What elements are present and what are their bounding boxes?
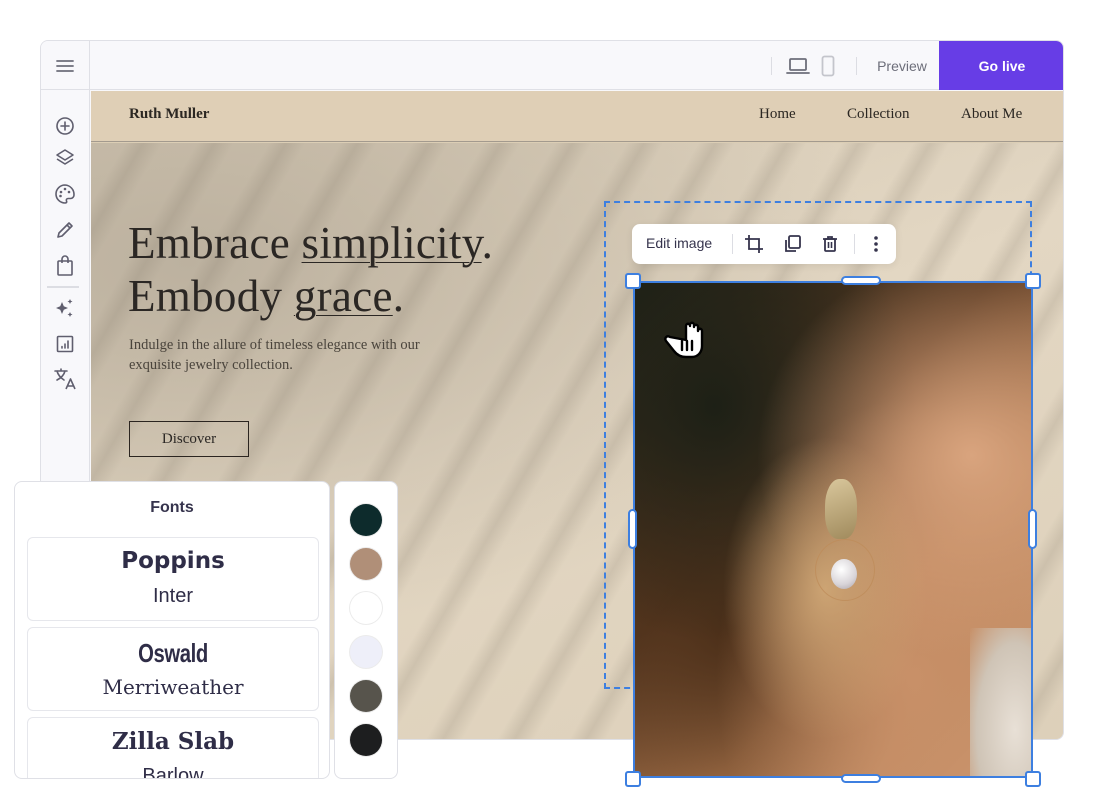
font-pair-option[interactable]: Zilla Slab Barlow [27, 717, 319, 779]
font-pair-primary: Oswald [138, 638, 208, 668]
divider [854, 234, 855, 254]
resize-handle-top[interactable] [841, 276, 881, 285]
resize-handle-bottom-right[interactable] [1025, 771, 1041, 787]
resize-handle-top-right[interactable] [1025, 273, 1041, 289]
colors-panel [334, 481, 398, 779]
crop-icon [745, 235, 763, 253]
sidebar-item-translate[interactable] [53, 367, 77, 391]
chart-icon [56, 335, 74, 353]
resize-handle-bottom-left[interactable] [625, 771, 641, 787]
sidebar-item-analytics[interactable] [53, 332, 77, 356]
edit-image-button[interactable]: Edit image [646, 235, 712, 251]
duplicate-button[interactable] [780, 232, 804, 256]
resize-handle-top-left[interactable] [625, 273, 641, 289]
divider [856, 57, 857, 75]
image-toolbar: Edit image [632, 224, 896, 264]
divider [771, 57, 772, 75]
sidebar-item-styles[interactable] [53, 182, 77, 206]
translate-icon [54, 368, 76, 390]
resize-handle-bottom[interactable] [841, 774, 881, 783]
color-swatch[interactable] [350, 548, 382, 580]
hamburger-menu-icon [56, 59, 74, 72]
sidebar-item-store[interactable] [53, 254, 77, 278]
sparkles-icon [56, 299, 73, 317]
sidebar-item-edit[interactable] [53, 218, 77, 242]
font-pair-secondary: Merriweather [102, 675, 244, 699]
nav-link-about-me[interactable]: About Me [961, 106, 1022, 123]
sidebar-item-add-element[interactable] [53, 114, 77, 138]
sidebar-item-layers[interactable] [53, 146, 77, 170]
resize-handle-right[interactable] [1028, 509, 1037, 549]
color-swatch[interactable] [350, 592, 382, 624]
shopping-bag-icon [57, 255, 73, 276]
site-brand[interactable]: Ruth Muller [129, 106, 209, 123]
earring-shape [825, 479, 857, 539]
font-pair-secondary: Inter [152, 585, 194, 607]
hero-title-text: Embrace [128, 218, 302, 268]
laptop-icon [786, 58, 810, 74]
sidebar-divider [47, 286, 79, 288]
font-pair-option[interactable]: Oswald Merriweather [27, 627, 319, 711]
more-vertical-icon [874, 236, 878, 252]
sidebar-item-ai-tools[interactable] [53, 296, 77, 320]
palette-icon [55, 184, 75, 204]
more-options-button[interactable] [864, 232, 888, 256]
nav-link-home[interactable]: Home [759, 106, 796, 123]
pencil-icon [57, 222, 73, 238]
font-pair-primary: Poppins [121, 548, 225, 574]
discover-button[interactable]: Discover [129, 421, 249, 457]
nav-link-collection[interactable]: Collection [847, 106, 910, 123]
preview-button[interactable]: Preview [865, 41, 939, 90]
site-header: Ruth Muller Home Collection About Me [91, 91, 1063, 142]
delete-button[interactable] [818, 232, 842, 256]
hero-subtitle[interactable]: Indulge in the allure of timeless elegan… [129, 335, 469, 375]
font-pair-secondary: Barlow [142, 765, 204, 779]
color-swatch[interactable] [350, 636, 382, 668]
color-swatch[interactable] [350, 724, 382, 756]
hero-title-underlined: simplicity [301, 218, 482, 268]
grab-hand-cursor-icon [664, 321, 704, 359]
font-pair-option[interactable]: Poppins Inter [27, 537, 319, 621]
hero-title-text: . [481, 218, 494, 268]
desktop-view-button[interactable] [785, 53, 811, 79]
editor-topbar: Preview Go live [41, 41, 1063, 90]
divider [732, 234, 733, 254]
color-swatch[interactable] [350, 504, 382, 536]
go-live-button[interactable]: Go live [939, 41, 1063, 90]
mobile-icon [821, 55, 835, 77]
hero-title[interactable]: Embrace simplicity. Embody grace. [128, 217, 493, 323]
mobile-view-button[interactable] [815, 53, 841, 79]
earring-pearl [831, 559, 857, 589]
duplicate-icon [785, 235, 801, 252]
fonts-panel-title: Fonts [150, 499, 194, 516]
plus-circle-icon [56, 117, 74, 135]
hero-title-text: Embody [128, 271, 294, 321]
font-pair-primary: Zilla Slab [111, 728, 235, 755]
hero-title-underlined: grace [293, 271, 393, 321]
clothing-shape [970, 628, 1031, 776]
resize-handle-left[interactable] [628, 509, 637, 549]
layers-icon [56, 149, 74, 165]
menu-button[interactable] [41, 41, 90, 90]
crop-button[interactable] [742, 232, 766, 256]
fonts-panel: Fonts Poppins Inter Oswald Merriweather … [14, 481, 330, 779]
trash-icon [823, 236, 837, 252]
hero-title-text: . [392, 271, 405, 321]
color-swatch[interactable] [350, 680, 382, 712]
